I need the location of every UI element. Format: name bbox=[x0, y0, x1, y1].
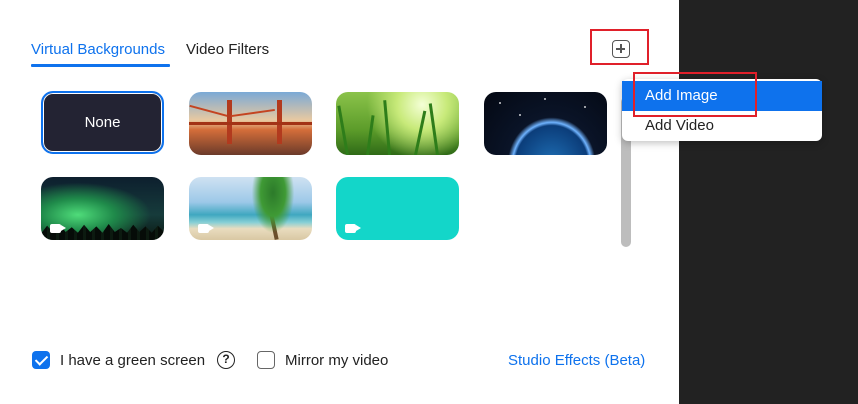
dark-side-panel bbox=[679, 0, 858, 404]
grass-blade bbox=[428, 103, 439, 155]
question-circle-icon[interactable]: ? bbox=[217, 351, 235, 369]
star bbox=[499, 102, 501, 104]
background-tile-aurora-video[interactable] bbox=[41, 177, 164, 240]
star bbox=[584, 106, 586, 108]
video-camera-icon bbox=[50, 224, 66, 233]
grass-blade bbox=[337, 105, 349, 155]
grass-blade bbox=[366, 115, 375, 155]
palm-leaves bbox=[248, 177, 298, 240]
video-camera-icon bbox=[345, 224, 361, 233]
mirror-video-label: Mirror my video bbox=[285, 352, 389, 369]
bridge-cable bbox=[231, 108, 275, 118]
star bbox=[519, 114, 521, 116]
star bbox=[544, 98, 546, 100]
tile-none-label: None bbox=[84, 114, 121, 131]
active-tab-underline bbox=[31, 64, 170, 67]
grass-blade bbox=[414, 110, 427, 155]
background-tile-teal-video[interactable] bbox=[336, 177, 459, 240]
plus-square-icon[interactable] bbox=[612, 40, 630, 58]
bridge-cable bbox=[189, 104, 229, 118]
background-tile-grass[interactable] bbox=[336, 92, 459, 155]
background-tile-golden-gate[interactable] bbox=[189, 92, 312, 155]
grass-blade bbox=[383, 100, 391, 155]
background-tile-earth-space[interactable] bbox=[484, 92, 607, 155]
video-camera-icon bbox=[198, 224, 214, 233]
green-screen-checkbox[interactable] bbox=[32, 351, 50, 369]
background-tile-none[interactable]: None bbox=[41, 91, 164, 154]
mirror-video-checkbox[interactable] bbox=[257, 351, 275, 369]
studio-effects-link[interactable]: Studio Effects (Beta) bbox=[508, 352, 645, 370]
bridge-deck bbox=[189, 122, 312, 125]
background-tile-beach-video[interactable] bbox=[189, 177, 312, 240]
add-image-highlight-box bbox=[633, 72, 757, 117]
tab-virtual-backgrounds[interactable]: Virtual Backgrounds bbox=[31, 41, 165, 59]
green-screen-label: I have a green screen bbox=[60, 352, 206, 369]
tab-video-filters[interactable]: Video Filters bbox=[186, 41, 269, 59]
